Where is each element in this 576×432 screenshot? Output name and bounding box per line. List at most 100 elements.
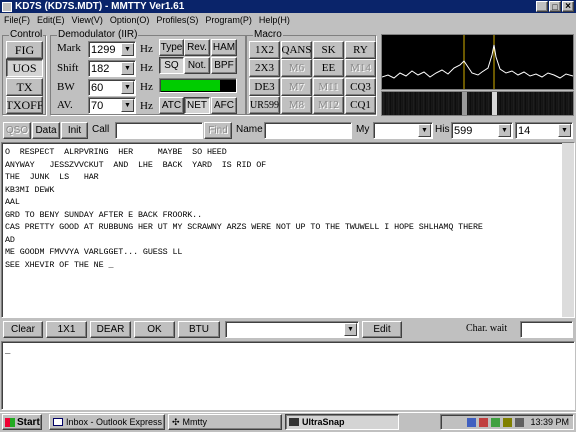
macro-button-m7[interactable]: M7 — [281, 78, 312, 96]
macro-1x1-button[interactable]: 1X1 — [46, 321, 87, 338]
macro-button-cq1[interactable]: CQ1 — [345, 96, 376, 114]
macro-button-cq3[interactable]: CQ3 — [345, 78, 376, 96]
mark-combo[interactable]: 1299 ▼ — [88, 41, 136, 58]
bw-combo[interactable]: 60 ▼ — [88, 79, 136, 96]
macro-button-m14[interactable]: M14 — [345, 59, 376, 77]
data-button[interactable]: Data — [32, 122, 60, 139]
taskbar-item-mmtty[interactable]: ✣ Mmtty — [168, 414, 282, 430]
menu-bar: File(F) Edit(E) View(V) Option(O) Profil… — [0, 13, 576, 26]
receive-text-area[interactable]: O RESPECT ALRPVRING HER MAYBE SO HEED ANY… — [1, 142, 575, 318]
menu-profiles[interactable]: Profiles(S) — [156, 15, 198, 25]
transmit-text-area[interactable]: _ — [1, 341, 575, 410]
level-meter-fill — [161, 80, 221, 91]
taskbar-item-outlook-label: Inbox - Outlook Express — [66, 417, 163, 427]
tray-network-icon[interactable] — [491, 417, 501, 427]
minimize-button[interactable]: _ — [536, 1, 548, 12]
notch-button[interactable]: Not. — [184, 57, 210, 74]
macro-button-ur599[interactable]: UR599 — [249, 96, 280, 114]
his-label: His — [435, 124, 450, 135]
tray-shield-icon[interactable] — [467, 417, 477, 427]
macro-button-qans[interactable]: QANS — [281, 41, 312, 59]
char-wait-slider[interactable] — [520, 321, 573, 338]
macro-button-m11[interactable]: M11 — [313, 78, 344, 96]
sq-button[interactable]: SQ — [159, 57, 184, 74]
ok-button[interactable]: OK — [134, 321, 175, 338]
receive-line: SEE XHEVIR OF THE NE _ — [5, 259, 114, 270]
macro-button-1x2[interactable]: 1X2 — [249, 41, 280, 59]
edit-button[interactable]: Edit — [362, 321, 402, 338]
tray-monitor-icon[interactable] — [503, 417, 513, 427]
atc-button[interactable]: ATC — [159, 97, 184, 114]
chevron-down-icon[interactable]: ▼ — [121, 62, 134, 75]
start-button[interactable]: Start — [2, 414, 42, 430]
macro-button-ee[interactable]: EE — [313, 59, 344, 77]
macro-button-sk[interactable]: SK — [313, 41, 344, 59]
demodulator-group-title: Demodulator (IIR) — [57, 29, 139, 40]
menu-option[interactable]: Option(O) — [110, 15, 150, 25]
my-value-combo[interactable]: 14 ▼ — [515, 122, 573, 139]
menu-file[interactable]: File(F) — [4, 15, 30, 25]
title-bar: KD7S (KD7S.MDT) - MMTTY Ver1.61 — [0, 0, 576, 13]
bpf-button[interactable]: BPF — [211, 57, 237, 74]
taskbar-item-ultrasnap[interactable]: UltraSnap — [285, 414, 399, 430]
macro-button-de3[interactable]: DE3 — [249, 78, 280, 96]
receive-line: ANYWAY JESSZVVCKUT AND LHE BACK YARD IS … — [5, 159, 267, 170]
bw-label: BW — [57, 81, 75, 93]
chevron-down-icon[interactable]: ▼ — [498, 124, 511, 137]
chevron-down-icon[interactable]: ▼ — [558, 124, 571, 137]
call-label: Call — [92, 124, 110, 135]
macro-button-m8[interactable]: M8 — [281, 96, 312, 114]
shift-label: Shift — [57, 62, 79, 74]
bw-unit: Hz — [140, 81, 153, 93]
shift-combo[interactable]: 182 ▼ — [88, 60, 136, 77]
init-button[interactable]: Init — [61, 122, 88, 139]
waterfall-trace-space — [492, 92, 497, 115]
chevron-down-icon[interactable]: ▼ — [121, 99, 134, 112]
name-input[interactable] — [264, 122, 352, 139]
qso-button[interactable]: QSO — [3, 122, 31, 139]
receive-line: GRD TO BENY SUNDAY AFTER E BACK FROORK.. — [5, 209, 203, 220]
chevron-down-icon[interactable]: ▼ — [121, 81, 134, 94]
afc-button[interactable]: AFC — [211, 97, 237, 114]
chevron-down-icon[interactable]: ▼ — [344, 323, 357, 336]
ham-button[interactable]: HAM — [211, 39, 237, 56]
btu-button[interactable]: BTU — [178, 321, 220, 338]
dear-button[interactable]: DEAR — [90, 321, 131, 338]
av-value: 70 — [91, 99, 104, 112]
receive-line: ME GOODM FMVVYA VARLGGET... GUESS LL — [5, 247, 183, 257]
fig-button[interactable]: FIG — [6, 41, 43, 59]
macro-button-ry[interactable]: RY — [345, 41, 376, 59]
type-button[interactable]: Type — [159, 39, 184, 56]
window-title: KD7S (KD7S.MDT) - MMTTY Ver1.61 — [15, 1, 185, 12]
menu-program[interactable]: Program(P) — [205, 15, 252, 25]
chevron-down-icon[interactable]: ▼ — [121, 43, 134, 56]
taskbar-item-outlook[interactable]: Inbox - Outlook Express — [49, 414, 165, 430]
shift-unit: Hz — [140, 62, 153, 74]
tx-button[interactable]: TX — [6, 78, 43, 96]
clear-button[interactable]: Clear — [3, 321, 43, 338]
my-rst-combo[interactable]: ▼ — [373, 122, 433, 139]
macro-button-2x3[interactable]: 2X3 — [249, 59, 280, 77]
menu-edit[interactable]: Edit(E) — [37, 15, 65, 25]
tray-volume-icon[interactable] — [479, 417, 489, 427]
txoff-button[interactable]: TXOFF — [6, 96, 43, 114]
chevron-down-icon[interactable]: ▼ — [418, 124, 431, 137]
tray-printer-icon[interactable] — [515, 417, 525, 427]
menu-help[interactable]: Help(H) — [259, 15, 290, 25]
close-button[interactable]: × — [562, 1, 574, 12]
his-rst-combo[interactable]: 599 ▼ — [451, 122, 513, 139]
av-unit: Hz — [140, 100, 153, 112]
uos-button[interactable]: UOS — [6, 59, 43, 77]
macro-button-m12[interactable]: M12 — [313, 96, 344, 114]
av-combo[interactable]: 70 ▼ — [88, 97, 136, 114]
macro-combo[interactable]: ▼ — [225, 321, 359, 338]
find-button[interactable]: Find — [204, 122, 232, 139]
menu-view[interactable]: View(V) — [72, 15, 103, 25]
macro-button-m6[interactable]: M6 — [281, 59, 312, 77]
net-button[interactable]: NET — [184, 97, 210, 114]
receive-scrollbar[interactable] — [562, 143, 574, 317]
maximize-button[interactable]: □ — [549, 1, 561, 12]
rev-button[interactable]: Rev. — [184, 39, 210, 56]
call-input[interactable] — [115, 122, 203, 139]
app-icon — [2, 1, 12, 12]
